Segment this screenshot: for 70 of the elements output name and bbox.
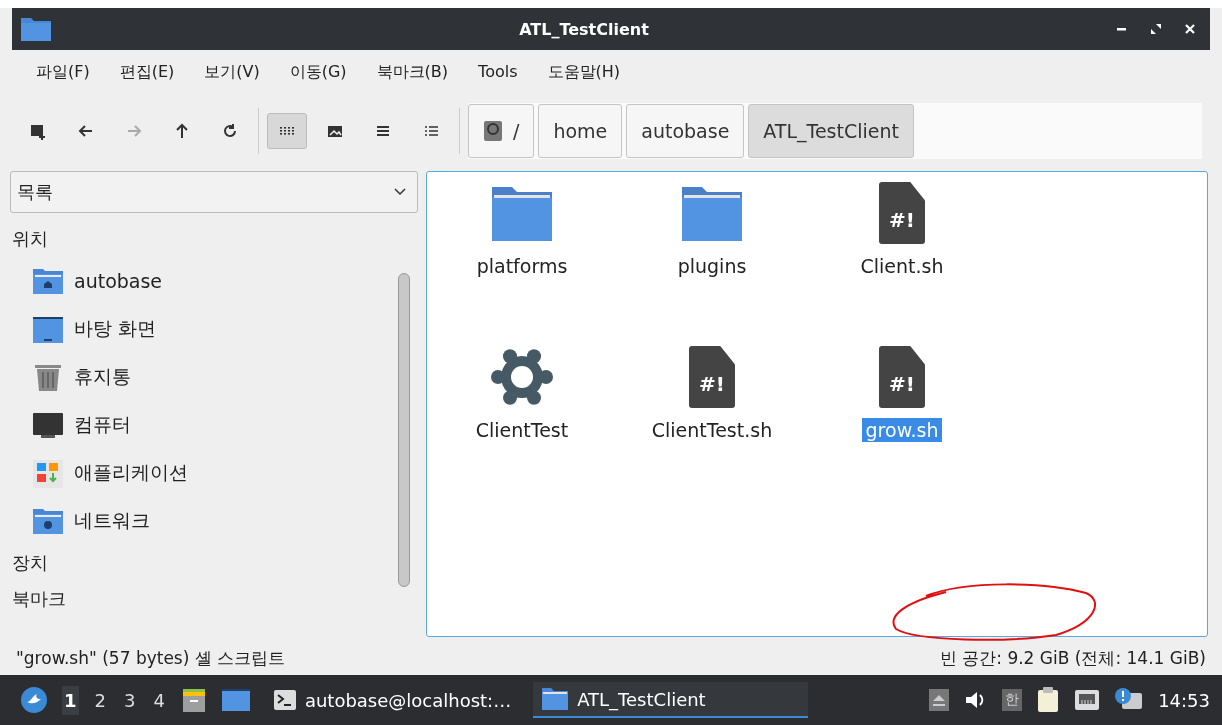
maximize-icon[interactable] [1150, 23, 1162, 35]
network-folder-icon [33, 509, 63, 534]
gear-icon [491, 346, 553, 408]
script-file-icon: #! [879, 182, 925, 244]
new-window-icon [29, 122, 47, 140]
icon-view-button[interactable] [267, 113, 307, 149]
sidebar-item[interactable]: 바탕 화면 [10, 305, 398, 353]
free-space-info: 빈 공간: 9.2 GiB (전체: 14.1 GiB) [939, 646, 1206, 670]
file-name: grow.sh [861, 418, 943, 442]
eject-icon[interactable] [928, 688, 951, 712]
sidebar-item[interactable]: 휴지통 [10, 353, 398, 401]
path-button[interactable]: autobase [626, 104, 745, 158]
sidebar-item[interactable]: autobase [10, 257, 398, 305]
script-file-icon: #! [879, 346, 925, 408]
menu-item[interactable]: 이동(G) [289, 62, 347, 83]
file-item[interactable]: #! ClientTest.sh [617, 346, 807, 510]
file-item[interactable]: #! Client.sh [807, 182, 997, 346]
script-file-icon: #! [689, 346, 735, 408]
path-button[interactable]: ATL_TestClient [748, 104, 914, 158]
menu-item[interactable]: 도움말(H) [547, 62, 620, 83]
apps-icon [33, 460, 63, 488]
file-name: Client.sh [859, 254, 945, 278]
terminal-icon [272, 689, 297, 711]
caret-icon [393, 187, 407, 197]
taskbar-task[interactable]: autobase@localhost:… [264, 682, 520, 718]
menu-item[interactable]: 보기(V) [204, 62, 260, 83]
folder-icon [20, 16, 52, 42]
sidebar-item[interactable]: 애플리케이션 [10, 449, 398, 497]
selection-info: "grow.sh" (57 bytes) 셸 스크립트 [16, 646, 286, 670]
menu-item[interactable]: Tools [478, 62, 518, 83]
taskbar-task[interactable]: ATL_TestClient [533, 682, 809, 718]
file-name: platforms [475, 254, 569, 278]
file-name: ClientTest.sh [650, 418, 774, 442]
clock: 14:53 [1158, 689, 1210, 711]
trash-icon [35, 365, 61, 391]
clipboard-icon[interactable] [1036, 686, 1061, 714]
file-item[interactable]: platforms [427, 182, 617, 346]
sidebar-section-title: 위치 [11, 227, 49, 251]
menu-item[interactable]: 편집(E) [119, 62, 175, 83]
file-item[interactable]: ClientTest [427, 346, 617, 510]
sidebar-mode-dropdown[interactable]: 목록 [10, 171, 418, 213]
home-folder-icon [33, 269, 63, 294]
sidebar-section-title: 장치 [11, 551, 49, 575]
path-button[interactable]: home [538, 104, 623, 158]
workspace-button[interactable]: 2 [92, 685, 108, 715]
menu-item[interactable]: 북마크(B) [376, 62, 449, 83]
folder-icon [541, 687, 570, 711]
network-icon[interactable] [1074, 688, 1101, 712]
scrollbar[interactable] [398, 273, 410, 587]
sidebar-item[interactable]: 컴퓨터 [10, 401, 398, 449]
file-cabinet-icon[interactable] [180, 687, 207, 713]
window-title: ATL_TestClient [518, 19, 650, 39]
desktop-icon [33, 317, 63, 343]
sidebar-section-title: 북마크 [11, 587, 67, 611]
workspace-button[interactable]: 3 [122, 685, 138, 715]
start-menu-icon[interactable] [20, 686, 48, 714]
sidebar-item[interactable]: 네트워크 [10, 497, 398, 545]
file-item[interactable]: #! grow.sh [807, 346, 997, 510]
menu-item[interactable]: 파일(F) [36, 62, 90, 83]
workspace-button[interactable]: 1 [62, 685, 79, 715]
file-name: plugins [676, 254, 748, 278]
workspace-button[interactable]: 4 [151, 685, 167, 715]
file-item[interactable]: plugins [617, 182, 807, 346]
close-icon[interactable] [1184, 23, 1196, 35]
input-method-indicator[interactable]: 한 [1002, 689, 1023, 711]
monitor-icon [33, 413, 63, 438]
path-button[interactable]: / [468, 104, 535, 158]
file-name: ClientTest [474, 418, 570, 442]
desktop-icon[interactable] [220, 687, 251, 713]
reload-icon [221, 122, 239, 140]
